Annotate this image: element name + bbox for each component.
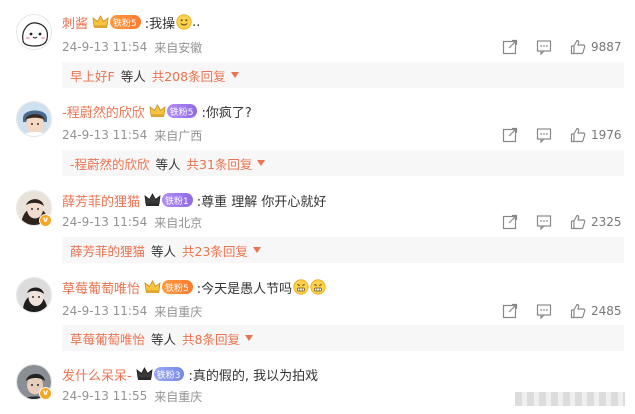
reply-summary[interactable]: 草莓葡萄唯怡 等人 共8条回复 [62,325,624,351]
crown-icon [144,280,161,293]
comment-meta: 24-9-13 11:54 来自重庆 [62,302,202,320]
comment-source: 来自重庆 [154,304,203,319]
comment-icon[interactable] [536,214,552,230]
caret-down-icon [257,160,266,166]
fan-badge[interactable]: 铁粉5 [162,280,193,294]
caret-down-icon [230,72,239,78]
share-icon[interactable] [502,303,518,319]
comment-time: 24-9-13 11:54 [62,215,148,229]
comment-source: 来自安徽 [154,40,203,55]
comment-header: 草莓葡萄唯怡 铁粉5 :今天是愚人节吗 [62,277,326,297]
thumbs-up-icon[interactable] [570,214,586,230]
comment-header: 薛芳菲的狸猫 铁粉1 :尊重 理解 你开心就好 [62,190,326,210]
reply-summary[interactable]: -程蔚然的欣欣 等人 共31条回复 [62,150,624,176]
watermark [515,392,625,406]
comment-text: :真的假的, 我以为拍戏 [188,368,319,384]
username[interactable]: 刺酱 [62,13,88,32]
comment-header: 刺酱 铁粉5 :我操 .. [62,12,200,32]
comment-source: 来自广西 [154,128,203,143]
comment-text: :今天是愚人节吗 [196,281,293,297]
username[interactable]: 发什么呆呆- [62,365,132,384]
like-count: 2325 [591,215,622,229]
reply-count-link[interactable]: 共8条回复 [182,329,240,348]
reply-user[interactable]: 早上好F [70,66,115,85]
comment-icon[interactable] [536,39,552,55]
fan-badge[interactable]: 铁粉5 [110,15,141,29]
reply-middle: 等人 [155,156,181,172]
smile-emoji [176,14,192,30]
thumbs-up-icon[interactable] [570,127,586,143]
reply-count-link[interactable]: 共208条回复 [152,66,226,85]
verified-v-icon: v [39,214,52,227]
like-count: 9887 [591,40,622,54]
comment-time: 24-9-13 11:54 [62,128,148,142]
grimace-emoji [293,279,309,295]
fan-badge[interactable]: 铁粉5 [166,104,198,118]
comment-actions: 1976 [484,126,622,144]
comment-header: 发什么呆呆- 铁粉3 :真的假的, 我以为拍戏 [62,364,318,384]
comment-actions: 2325 [484,213,622,231]
username[interactable]: 草莓葡萄唯怡 [62,278,140,297]
comment-actions: 9887 [484,38,622,56]
verified-v-icon: v [39,387,52,400]
fan-badge[interactable]: 铁粉3 [153,367,185,381]
comment-meta: 24-9-13 11:54 来自广西 [62,126,202,144]
avatar[interactable] [16,14,52,50]
comment-meta: 24-9-13 11:55 来自重庆 [62,387,202,405]
comment-text: :我操 [144,16,176,32]
caret-down-icon [244,335,253,341]
comment-actions: 2485 [484,302,622,320]
reply-summary[interactable]: 早上好F 等人 共208条回复 [62,62,624,88]
comment-meta: 24-9-13 11:54 来自安徽 [62,38,202,56]
like-count: 2485 [591,304,622,318]
crown-icon [136,367,153,380]
crown-icon [149,104,166,117]
reply-user[interactable]: 草莓葡萄唯怡 [70,329,145,348]
avatar[interactable] [16,101,52,137]
username[interactable]: -程蔚然的欣欣 [62,102,145,121]
fan-badge[interactable]: 铁粉1 [162,193,193,207]
comment-text: :你疯了? [201,105,252,121]
comment-icon[interactable] [536,303,552,319]
crown-icon [144,193,161,206]
comment-icon[interactable] [536,127,552,143]
reply-middle: 等人 [151,331,177,347]
share-icon[interactable] [502,214,518,230]
comment-time: 24-9-13 11:54 [62,40,148,54]
comment-source: 来自北京 [154,215,203,230]
comment-meta: 24-9-13 11:54 来自北京 [62,213,202,231]
comment-trail: .. [192,14,201,30]
reply-summary[interactable]: 薛芳菲的狸猫 等人 共23条回复 [62,237,624,263]
reply-user[interactable]: 薛芳菲的狸猫 [70,241,145,260]
comment-source: 来自重庆 [154,389,203,404]
comment-text: :尊重 理解 你开心就好 [196,194,327,210]
thumbs-up-icon[interactable] [570,39,586,55]
comment-header: -程蔚然的欣欣 铁粉5 :你疯了? [62,101,252,121]
reply-count-link[interactable]: 共23条回复 [182,241,248,260]
share-icon[interactable] [502,127,518,143]
caret-down-icon [252,247,261,253]
reply-middle: 等人 [120,68,146,84]
username[interactable]: 薛芳菲的狸猫 [62,191,140,210]
reply-middle: 等人 [151,243,177,259]
crown-icon [92,15,109,28]
reply-count-link[interactable]: 共31条回复 [187,154,253,173]
like-count: 1976 [591,128,622,142]
comment-time: 24-9-13 11:55 [62,389,148,403]
thumbs-up-icon[interactable] [570,303,586,319]
share-icon[interactable] [502,39,518,55]
comment-time: 24-9-13 11:54 [62,304,148,318]
grimace-emoji [310,279,326,295]
reply-user[interactable]: -程蔚然的欣欣 [70,154,150,173]
avatar[interactable] [16,277,52,313]
